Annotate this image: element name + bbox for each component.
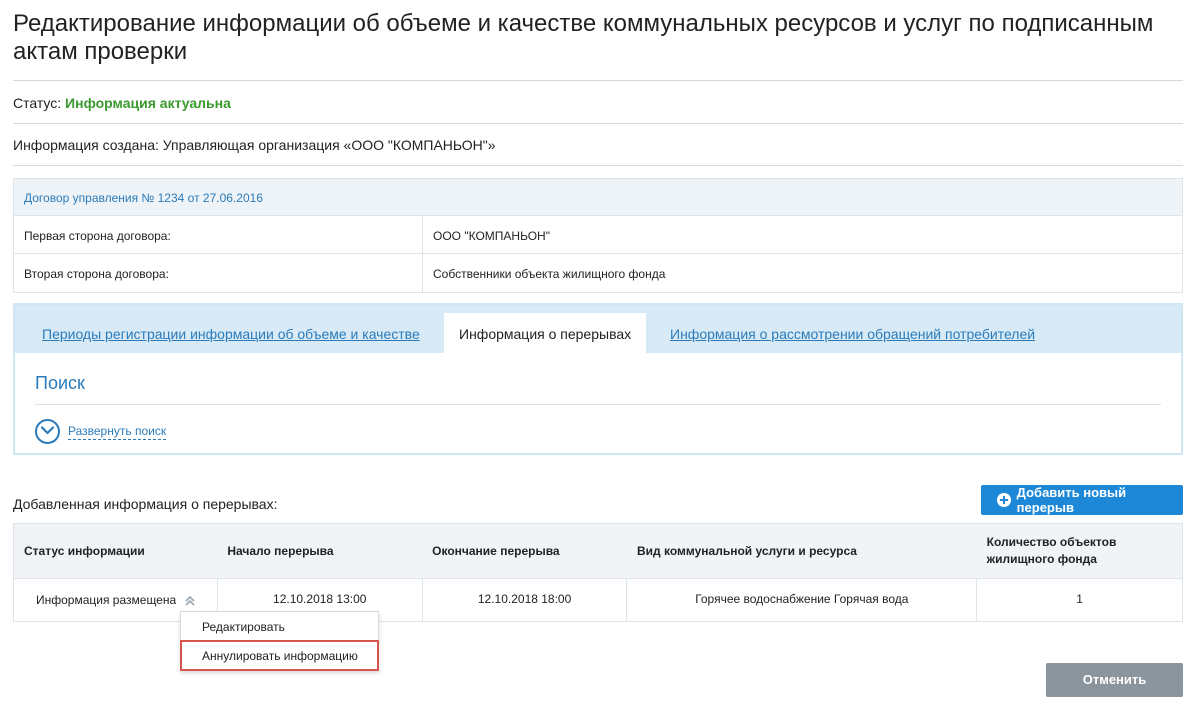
- breaks-section-label: Добавленная информация о перерывах:: [13, 496, 278, 512]
- row-end: 12.10.2018 18:00: [422, 578, 628, 622]
- divider: [13, 80, 1183, 81]
- column-header: Начало перерыва: [217, 523, 423, 579]
- column-header: Вид коммунальной услуги и ресурса: [626, 523, 977, 579]
- menu-item-annul[interactable]: Аннулировать информацию: [180, 640, 379, 671]
- contract-header[interactable]: Договор управления № 1234 от 27.06.2016: [14, 179, 1182, 216]
- contract-row: Вторая сторона договора: Собственники об…: [14, 254, 1182, 292]
- add-break-button[interactable]: Добавить новый перерыв: [981, 485, 1183, 515]
- contract-row-value: ООО "КОМПАНЬОН": [433, 229, 550, 243]
- contract-row-label: Первая сторона договора:: [14, 216, 423, 253]
- column-header: Количество объектов жилищного фонда: [976, 523, 1183, 579]
- status-line: Статус: Информация актуальна: [13, 95, 231, 111]
- contract-row-value: Собственники объекта жилищного фонда: [433, 267, 666, 281]
- contract-row: Первая сторона договора: ООО "КОМПАНЬОН": [14, 216, 1182, 254]
- column-header: Окончание перерыва: [422, 523, 627, 579]
- created-info: Информация создана: Управляющая организа…: [13, 137, 496, 153]
- tab-breaks-info[interactable]: Информация о перерывах: [444, 313, 647, 354]
- chevron-down-icon[interactable]: [35, 419, 60, 444]
- cancel-button[interactable]: Отменить: [1046, 663, 1183, 697]
- plus-circle-icon: [997, 493, 1011, 507]
- divider: [35, 404, 1161, 405]
- table-header-row: Статус информации Начало перерыва Оконча…: [13, 523, 1183, 579]
- double-chevron-up-icon[interactable]: [184, 595, 196, 607]
- row-status: Информация размещена: [36, 593, 177, 607]
- tabs-panel: Периоды регистрации информации об объеме…: [13, 303, 1183, 455]
- divider: [13, 165, 1183, 166]
- search-title: Поиск: [35, 373, 85, 393]
- status-value: Информация актуальна: [65, 95, 231, 111]
- row-count: 1: [1076, 592, 1083, 606]
- status-label: Статус:: [13, 95, 62, 111]
- row-actions-menu: Редактировать Аннулировать информацию: [180, 611, 379, 671]
- contract-info: Договор управления № 1234 от 27.06.2016 …: [13, 178, 1183, 293]
- row-service: Горячее водоснабжение Горячая вода: [626, 578, 978, 622]
- tab-consumer-appeals[interactable]: Информация о рассмотрении обращений потр…: [670, 313, 1035, 354]
- contract-row-label: Вторая сторона договора:: [14, 254, 423, 292]
- expand-search-link[interactable]: Развернуть поиск: [68, 424, 167, 440]
- page-title: Редактирование информации об объеме и ка…: [13, 10, 1154, 65]
- menu-item-edit[interactable]: Редактировать: [181, 612, 378, 641]
- tab-content: Поиск Развернуть поиск: [15, 353, 1181, 453]
- breaks-table: Статус информации Начало перерыва Оконча…: [13, 523, 1183, 622]
- divider: [13, 123, 1183, 124]
- column-header: Статус информации: [13, 523, 218, 579]
- tabs-row: Периоды регистрации информации об объеме…: [15, 313, 1181, 354]
- add-break-button-label: Добавить новый перерыв: [1016, 485, 1127, 515]
- tab-registration-periods[interactable]: Периоды регистрации информации об объеме…: [42, 313, 420, 354]
